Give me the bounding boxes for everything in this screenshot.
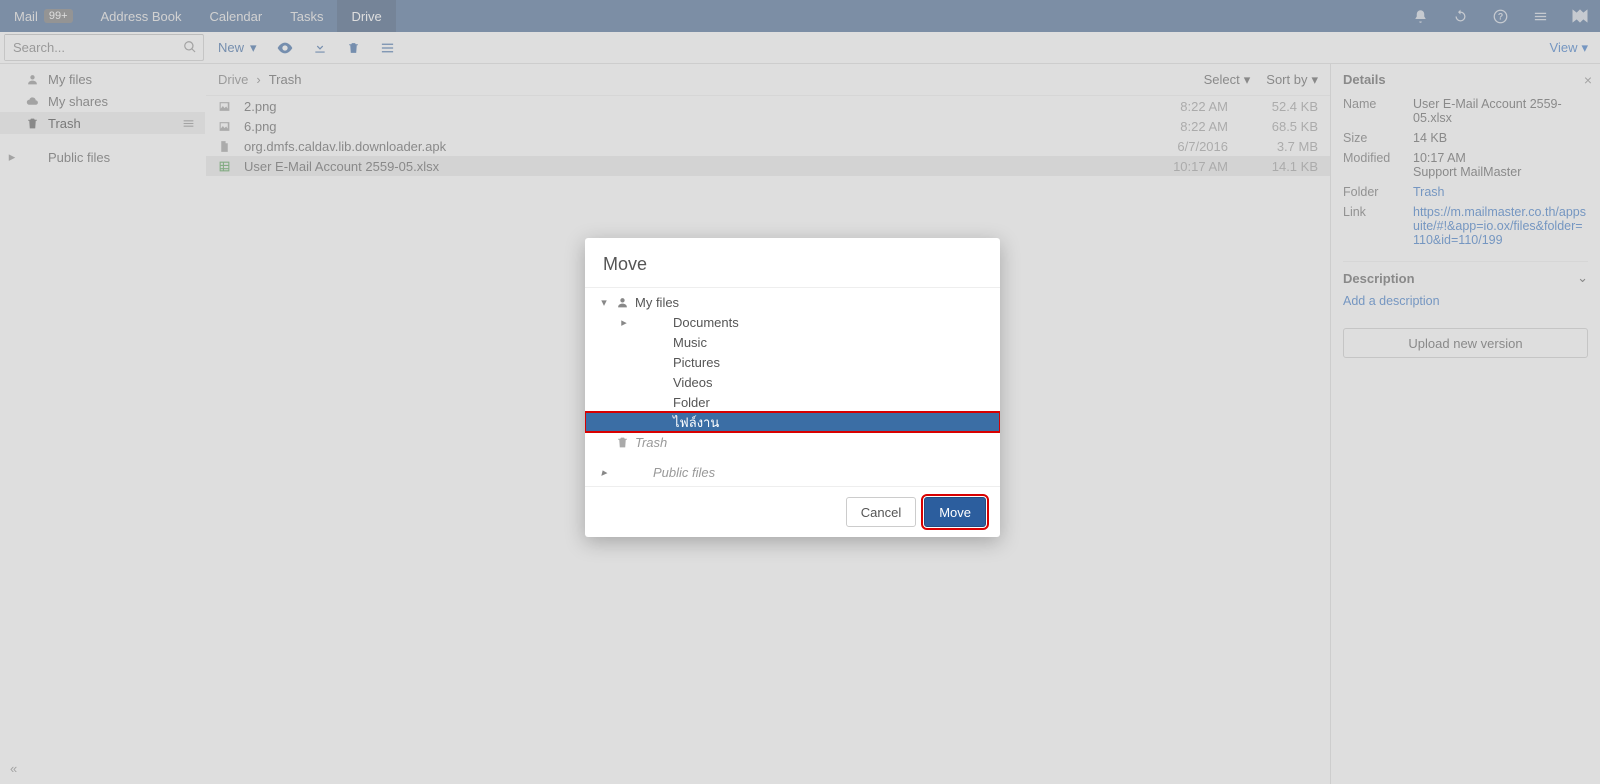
tree-node-public-files[interactable]: ▸Public files xyxy=(585,462,1000,482)
tree-node-my-files[interactable]: ▾My files xyxy=(585,292,1000,312)
tree-node-pictures[interactable]: Pictures xyxy=(585,352,1000,372)
tree-node-videos[interactable]: Videos xyxy=(585,372,1000,392)
tree-node-music[interactable]: Music xyxy=(585,332,1000,352)
tree-node-trash[interactable]: Trash xyxy=(585,432,1000,452)
tree-node-ไฟล์งาน[interactable]: ไฟล์งาน xyxy=(585,412,1000,432)
trash-icon xyxy=(613,436,631,449)
move-dialog: Move ▾My files▸DocumentsMusicPicturesVid… xyxy=(585,238,1000,537)
tree-node-folder[interactable]: Folder xyxy=(585,392,1000,412)
user-icon xyxy=(613,296,631,309)
dialog-title: Move xyxy=(585,238,1000,287)
tree-node-documents[interactable]: ▸Documents xyxy=(585,312,1000,332)
cancel-button[interactable]: Cancel xyxy=(846,497,916,527)
move-button[interactable]: Move xyxy=(924,497,986,527)
